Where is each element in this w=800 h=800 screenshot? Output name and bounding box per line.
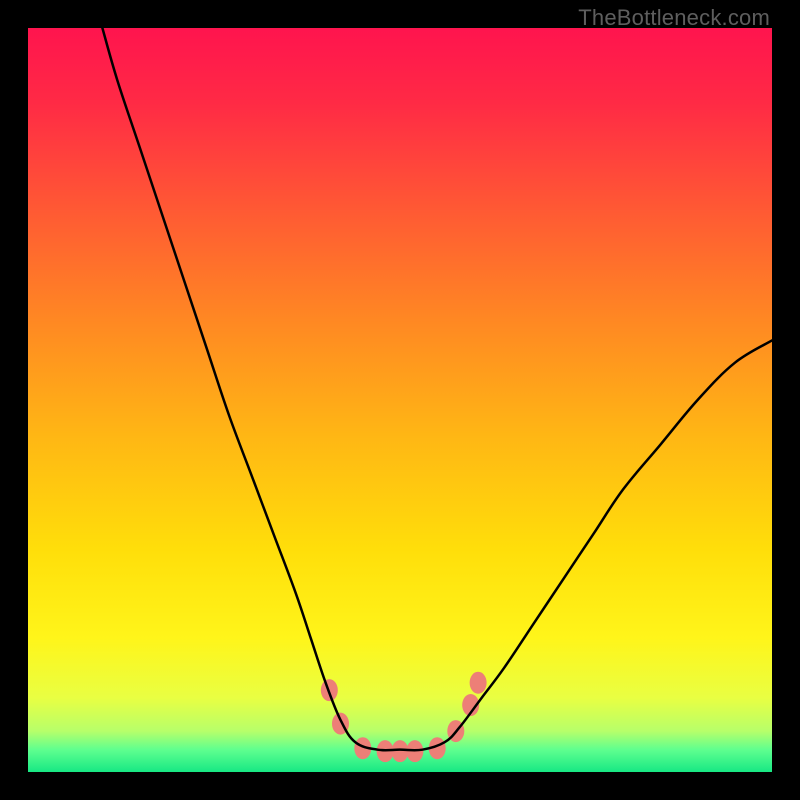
- gradient-background: [28, 28, 772, 772]
- plot-area: [28, 28, 772, 772]
- chart-svg: [28, 28, 772, 772]
- chart-frame: TheBottleneck.com: [0, 0, 800, 800]
- trough-marker: [392, 740, 409, 762]
- trough-marker: [470, 672, 487, 694]
